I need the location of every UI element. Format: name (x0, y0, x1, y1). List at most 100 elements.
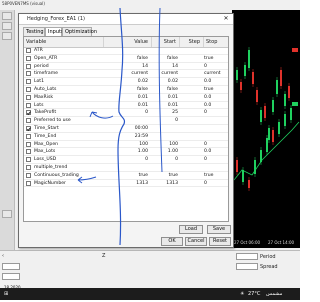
tab-optimization[interactable]: Optimization (62, 27, 97, 36)
variable-start[interactable]: false (152, 86, 180, 93)
variable-start[interactable]: 14 (152, 63, 180, 70)
spread-select[interactable] (236, 263, 258, 270)
variable-value[interactable]: current (104, 70, 150, 77)
table-row[interactable]: timeframe current current current (24, 70, 228, 79)
row-checkbox[interactable] (26, 157, 31, 163)
table-row[interactable]: ATR (24, 47, 228, 55)
table-row[interactable]: MagicNumber 1313 1313 0 (24, 180, 228, 188)
toolbar-button[interactable] (2, 210, 12, 218)
variable-start[interactable] (152, 133, 180, 140)
variable-value[interactable]: 00:00 (104, 125, 150, 132)
reset-button[interactable]: Reset (209, 237, 231, 246)
variable-stop[interactable]: 0 (204, 180, 228, 187)
variable-value[interactable]: 0 (104, 109, 150, 116)
row-checkbox[interactable] (26, 149, 31, 155)
column-header-stop[interactable]: Stop (204, 37, 228, 47)
variable-value[interactable]: 0.01 (104, 94, 150, 101)
save-button[interactable]: Save (207, 225, 231, 234)
table-row[interactable]: Time_End 23:59 (24, 133, 228, 141)
toolbar-button[interactable] (2, 32, 12, 40)
variable-stop[interactable]: 0.0 (204, 78, 228, 85)
table-row[interactable]: Max_Open 100 100 0 (24, 141, 228, 149)
table-row[interactable]: MaxRisk 0.01 0.01 0.0 (24, 94, 228, 102)
variable-start[interactable]: 0.01 (152, 94, 180, 101)
variable-stop[interactable]: 0 (204, 156, 228, 163)
variable-start[interactable] (152, 164, 180, 171)
column-header-variable[interactable]: Variable (24, 37, 104, 47)
row-checkbox[interactable] (26, 172, 31, 178)
variable-start[interactable]: 0.01 (152, 102, 180, 109)
row-checkbox[interactable] (26, 63, 31, 69)
toolbar-button[interactable] (2, 22, 12, 30)
variable-stop[interactable]: 0.0 (204, 148, 228, 155)
tab-testing[interactable]: Testing (23, 27, 45, 36)
table-row[interactable]: Auto_Lots false false true (24, 86, 228, 94)
variable-stop[interactable]: 0 (204, 63, 228, 70)
variable-start[interactable]: 25 (152, 109, 180, 116)
row-checkbox[interactable] (26, 125, 31, 131)
ok-button[interactable]: OK (161, 237, 183, 246)
variable-start[interactable]: 0.02 (152, 78, 180, 85)
row-checkbox[interactable] (26, 71, 31, 77)
variable-stop[interactable] (204, 133, 228, 140)
table-row[interactable]: Continuous_trading true true true (24, 172, 228, 180)
row-checkbox[interactable] (26, 180, 31, 186)
variable-value[interactable]: 0 (104, 156, 150, 163)
row-checkbox[interactable] (26, 86, 31, 92)
column-header-start[interactable]: Start (152, 37, 180, 47)
variable-start[interactable]: 1313 (152, 180, 180, 187)
variable-value[interactable]: 23:59 (104, 133, 150, 140)
table-row[interactable]: Lots 0.01 0.01 0.0 (24, 102, 228, 110)
weather-temp[interactable]: 27°C (248, 290, 260, 298)
variable-stop[interactable]: 0 (204, 109, 228, 116)
column-header-value[interactable]: Value (104, 37, 152, 47)
row-checkbox[interactable] (26, 48, 31, 53)
variable-stop[interactable]: 0.0 (204, 94, 228, 101)
variable-stop[interactable] (204, 117, 228, 124)
row-checkbox[interactable] (26, 110, 31, 116)
windows-start-icon[interactable]: ⊞ (4, 290, 8, 298)
table-row[interactable]: TakeProfit 0 25 0 (24, 109, 228, 118)
toolbar-button[interactable] (2, 12, 12, 20)
close-icon[interactable]: ✕ (221, 15, 231, 23)
variable-value[interactable]: 14 (104, 63, 150, 70)
variable-value[interactable]: false (104, 55, 150, 62)
variable-stop[interactable]: current (204, 70, 228, 77)
variable-value[interactable]: 0.01 (104, 102, 150, 109)
row-checkbox[interactable] (26, 133, 31, 139)
variable-start[interactable]: 1.00 (152, 148, 180, 155)
variable-start[interactable]: 100 (152, 141, 180, 148)
variable-stop[interactable]: true (204, 172, 228, 179)
variable-value[interactable]: 1.00 (104, 148, 150, 155)
variable-stop[interactable] (204, 125, 228, 132)
variable-start[interactable] (152, 125, 180, 132)
table-row[interactable]: period 14 14 0 (24, 63, 228, 71)
table-row[interactable]: Lot1 0.02 0.02 0.0 (24, 78, 228, 86)
date-field[interactable]: 18.2020 (2, 273, 21, 290)
row-checkbox[interactable] (26, 55, 31, 61)
period-select[interactable] (236, 253, 258, 260)
variable-stop[interactable]: true (204, 86, 228, 93)
row-checkbox[interactable] (26, 164, 31, 170)
table-row[interactable]: Open_ATR false false true (24, 55, 228, 63)
cancel-button[interactable]: Cancel (185, 237, 207, 246)
table-row[interactable]: Max_Lots 1.00 1.00 0.0 (24, 148, 228, 157)
table-row[interactable]: Time_Start 00:00 (24, 125, 228, 133)
variable-start[interactable]: 0 (152, 156, 180, 163)
variable-value[interactable] (104, 47, 150, 54)
load-button[interactable]: Load (179, 225, 203, 234)
variable-value[interactable] (104, 164, 150, 171)
weather-icon[interactable]: ☀ (240, 290, 244, 298)
table-row[interactable]: multiple_trend (24, 164, 228, 172)
variable-value[interactable] (104, 117, 150, 124)
variable-stop[interactable]: true (204, 55, 228, 62)
variable-value[interactable]: true (104, 172, 150, 179)
variable-stop[interactable] (204, 164, 228, 171)
variable-start[interactable]: current (152, 70, 180, 77)
variable-value[interactable]: false (104, 86, 150, 93)
variable-stop[interactable]: 0.0 (204, 102, 228, 109)
row-checkbox[interactable] (26, 118, 31, 124)
variable-stop[interactable] (204, 47, 228, 54)
variable-start[interactable]: false (152, 55, 180, 62)
variable-value[interactable]: 1313 (104, 180, 150, 187)
